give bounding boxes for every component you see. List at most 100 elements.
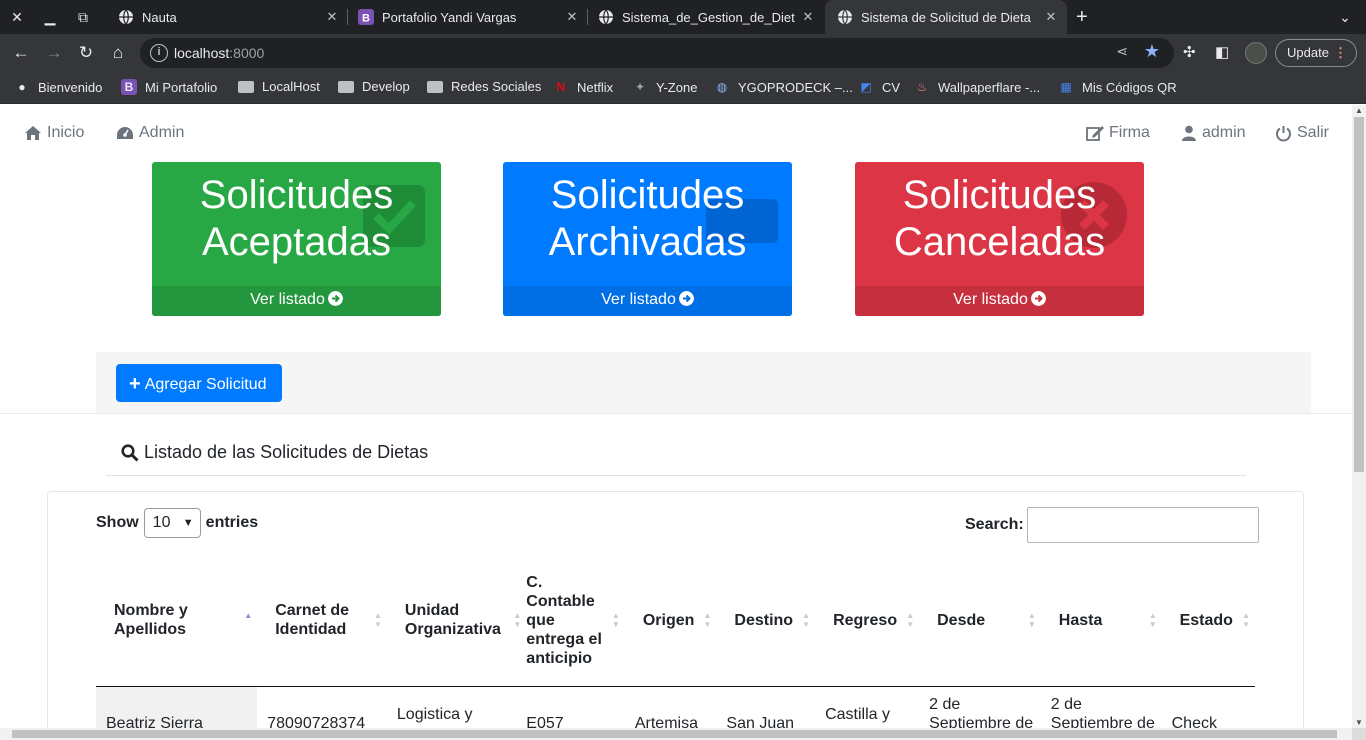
ygoprodeck-icon: ◍ <box>716 80 728 94</box>
bookmark-localhost[interactable]: LocalHost <box>238 79 320 94</box>
bookmark-ygoprodeck[interactable]: ◍ YGOPRODECK –... <box>714 79 853 95</box>
github-icon: ● <box>18 80 26 94</box>
title-rule <box>106 475 1246 476</box>
minimize-window-icon[interactable]: ▁ <box>39 6 61 28</box>
tab-title: Nauta <box>142 9 177 25</box>
col-regreso[interactable]: Regreso ▲ ▼ <box>815 555 920 687</box>
browser-tab-solicitud[interactable]: Sistema de Solicitud de Dieta ✕ <box>825 0 1067 34</box>
browser-toolbar: ← → ↻ ⌂ i localhost:8000 ⋖ ★ ✣ ◧ Update ⋮ <box>0 34 1366 72</box>
url-text: localhost:8000 <box>174 45 265 61</box>
bookmark-bienvenido[interactable]: ● Bienvenido <box>14 79 102 95</box>
qr-code-icon: ▦ <box>1060 80 1072 94</box>
nav-user-label: admin <box>1202 124 1246 141</box>
close-tab-icon[interactable]: ✕ <box>322 9 342 25</box>
search-icon <box>121 443 139 462</box>
update-button[interactable]: Update ⋮ <box>1275 39 1357 67</box>
table-header-row: Nombre y Apellidos ▲ Carnet de Identidad ▲… <box>96 555 1255 687</box>
close-tab-icon[interactable]: ✕ <box>1041 9 1061 25</box>
col-estado[interactable]: Estado ▲ ▼ <box>1161 555 1255 687</box>
bookmark-netflix[interactable]: N Netflix <box>553 79 613 95</box>
horizontal-scroll-thumb[interactable] <box>12 730 1337 738</box>
card-archivadas-title: Solicitudes Archivadas <box>548 173 747 264</box>
address-bar[interactable]: i localhost:8000 ⋖ ★ <box>140 38 1174 68</box>
vertical-scrollbar[interactable]: ▲ ▼ <box>1352 105 1366 728</box>
list-title-text: Listado de las Solicitudes de Dietas <box>144 442 429 462</box>
site-info-icon[interactable]: i <box>150 44 168 62</box>
scroll-up-icon[interactable]: ▲ <box>1355 106 1363 115</box>
reload-icon[interactable]: ↻ <box>75 42 97 64</box>
nav-firma[interactable]: Firma <box>1086 124 1150 142</box>
chevron-down-icon: ▼ <box>182 517 194 529</box>
cell-estado: Check <box>1171 714 1217 729</box>
col-hasta[interactable]: Hasta ▲ ▼ <box>1040 555 1162 687</box>
add-solicitud-button[interactable]: + Agregar Solicitud <box>116 364 282 402</box>
bookmark-mis-codigos-qr[interactable]: ▦ Mis Códigos QR <box>1058 79 1176 95</box>
folder-icon <box>427 80 443 93</box>
bookmark-wallpaperflare[interactable]: ♨ Wallpaperflare -... <box>914 79 1041 95</box>
section-divider <box>0 413 1352 414</box>
home-icon[interactable]: ⌂ <box>107 42 129 64</box>
cell-hasta: 2 de Septiembre de <box>1050 695 1155 729</box>
tab-title: Sistema_de_Gestion_de_Diet <box>622 9 795 25</box>
entries-length-control: Show 10 ▼ entries <box>96 508 258 538</box>
card-canceladas-link[interactable]: Ver listado <box>855 286 1144 316</box>
new-tab-icon[interactable]: + <box>1076 5 1088 29</box>
bookmark-portafolio[interactable]: B Mi Portafolio <box>121 79 217 95</box>
top-navbar: Inicio Admin Firma admin Salir <box>0 105 1352 161</box>
entries-select[interactable]: 10 ▼ <box>143 508 201 538</box>
close-tab-icon[interactable]: ✕ <box>798 9 818 25</box>
forward-arrow-icon[interactable]: → <box>43 42 65 64</box>
sort-asc-icon: ▲ <box>244 611 253 620</box>
card-archivadas-link[interactable]: Ver listado <box>503 286 792 316</box>
col-destino[interactable]: Destino ▲ ▼ <box>716 555 816 687</box>
wallpaperflare-icon: ♨ <box>916 80 928 94</box>
search-input[interactable] <box>1026 507 1259 543</box>
cell-carnet: 78090728374 <box>267 714 366 729</box>
menu-dots-icon: ⋮ <box>1334 45 1347 60</box>
bookmark-redes-sociales[interactable]: Redes Sociales <box>427 79 541 94</box>
arrow-circle-right-icon <box>327 291 343 306</box>
back-arrow-icon[interactable]: ← <box>10 42 32 64</box>
sort-icon: ▲ ▼ <box>373 611 382 629</box>
card-aceptadas: Solicitudes Aceptadas Ver listado <box>152 162 441 316</box>
scroll-down-icon[interactable]: ▼ <box>1355 718 1363 727</box>
col-contable[interactable]: C. Contable que entrega el anticipio ▲ ▼ <box>526 555 625 687</box>
browser-tab-portafolio[interactable]: B Portafolio Yandi Vargas ✕ <box>346 0 588 34</box>
close-tab-icon[interactable]: ✕ <box>562 9 582 25</box>
close-window-icon[interactable]: ✕ <box>6 6 28 28</box>
tab-search-icon[interactable]: ⌄ <box>1334 6 1356 28</box>
bookmark-cv[interactable]: ◩ CV <box>858 79 900 95</box>
bookmark-star-icon[interactable]: ★ <box>1144 41 1160 62</box>
extensions-puzzle-icon[interactable]: ✣ <box>1183 43 1196 61</box>
col-nombre[interactable]: Nombre y Apellidos ▲ <box>96 555 258 687</box>
profile-avatar[interactable] <box>1245 42 1267 64</box>
restore-window-icon[interactable]: ⧉ <box>72 6 94 28</box>
nav-salir-label: Salir <box>1297 124 1330 141</box>
share-icon[interactable]: ⋖ <box>1116 43 1128 60</box>
plus-icon: + <box>129 373 141 395</box>
col-origen[interactable]: Origen ▲ ▼ <box>624 555 717 687</box>
arrow-circle-right-icon <box>1030 291 1046 306</box>
side-panel-icon[interactable]: ◧ <box>1215 43 1229 61</box>
nav-salir[interactable]: Salir <box>1275 124 1329 142</box>
cell-regreso: Castilla y <box>825 705 890 723</box>
sort-icon: ▲ ▼ <box>611 611 620 629</box>
bookmark-y-zone[interactable]: ✦ Y-Zone <box>632 79 697 95</box>
nav-inicio[interactable]: Inicio <box>24 124 84 142</box>
table-row[interactable]: Beatriz Sierra 78090728374 Logistica y E… <box>96 686 1255 728</box>
vertical-scroll-thumb[interactable] <box>1354 117 1364 472</box>
tab-title: Sistema de Solicitud de Dieta <box>861 9 1031 25</box>
nav-user[interactable]: admin <box>1181 124 1246 142</box>
home-icon <box>25 126 41 140</box>
col-unidad[interactable]: Unidad Organizativa ▲ ▼ <box>386 555 527 687</box>
browser-tab-gestion[interactable]: Sistema_de_Gestion_de_Diet ✕ <box>586 0 824 34</box>
bookmark-develop[interactable]: Develop <box>338 79 410 94</box>
nav-admin[interactable]: Admin <box>116 124 184 142</box>
card-aceptadas-link[interactable]: Ver listado <box>152 286 441 316</box>
col-desde[interactable]: Desde ▲ ▼ <box>919 555 1041 687</box>
horizontal-scrollbar[interactable] <box>0 728 1352 740</box>
sort-icon: ▲ ▼ <box>1027 611 1036 629</box>
arrow-circle-right-icon <box>678 291 694 306</box>
browser-tab-nauta[interactable]: Nauta ✕ <box>106 0 348 34</box>
col-carnet[interactable]: Carnet de Identidad ▲ ▼ <box>257 555 387 687</box>
